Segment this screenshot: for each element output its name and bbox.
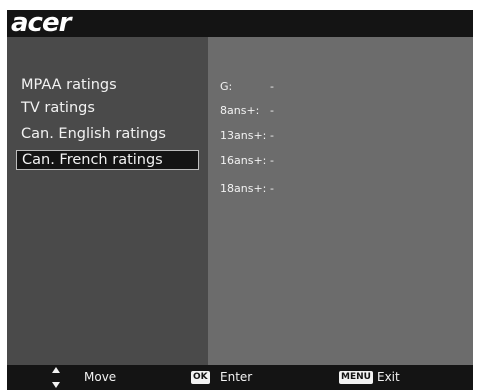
rating-label: G: (220, 80, 233, 93)
rating-value: - (270, 129, 274, 142)
rating-row-16ans[interactable]: 16ans+: - (220, 153, 274, 169)
arrow-down-icon (52, 382, 60, 388)
rating-label: 8ans+: (220, 104, 260, 117)
enter-hint-label: Enter (220, 370, 253, 384)
footer-bar: Move OK Enter MENU Exit (7, 365, 473, 390)
rating-value: - (270, 104, 274, 117)
rating-label: 18ans+: (220, 182, 267, 195)
menu-key-icon: MENU (339, 371, 373, 384)
ok-key-icon: OK (191, 371, 210, 384)
arrow-up-icon (52, 367, 60, 373)
menu-item-mpaa-ratings[interactable]: MPAA ratings (16, 75, 199, 95)
move-hint-label: Move (84, 370, 117, 384)
menu-item-tv-ratings[interactable]: TV ratings (16, 98, 199, 118)
rating-label: 16ans+: (220, 154, 267, 167)
menu-panel: MPAA ratings TV ratings Can. English rat… (7, 37, 208, 365)
menu-item-can-french-ratings[interactable]: Can. French ratings (16, 150, 199, 170)
rating-value: - (270, 154, 274, 167)
osd-window: acer MPAA ratings TV ratings Can. Englis… (7, 8, 473, 390)
rating-value: - (270, 80, 274, 93)
menu-item-can-english-ratings[interactable]: Can. English ratings (16, 124, 199, 144)
header-bar: acer (7, 8, 473, 38)
rating-value: - (270, 182, 274, 195)
rating-row-8ans[interactable]: 8ans+: - (220, 103, 274, 119)
rating-label: 13ans+: (220, 129, 267, 142)
rating-row-13ans[interactable]: 13ans+: - (220, 128, 274, 144)
exit-hint-label: Exit (377, 370, 400, 384)
ratings-panel: G: - 8ans+: - 13ans+: - 16ans+: - 18ans+… (208, 37, 473, 365)
acer-logo: acer (11, 8, 71, 38)
rating-row-18ans[interactable]: 18ans+: - (220, 181, 274, 197)
rating-row-g[interactable]: G: - (220, 79, 274, 95)
